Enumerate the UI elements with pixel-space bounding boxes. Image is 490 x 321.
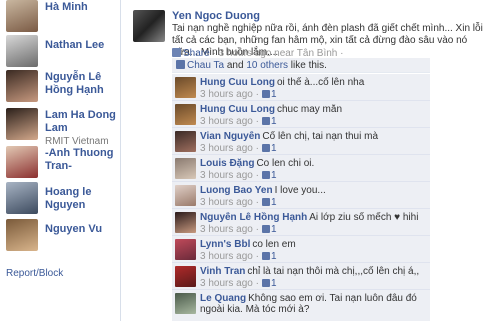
likes-suffix: like this. (288, 60, 327, 71)
liker-name[interactable]: Chau Ta (187, 60, 224, 71)
comment-author[interactable]: Luong Bao Yen (200, 185, 273, 196)
comments-list: Hung Cuu Long oi thế à...cố lên nha 3 hou… (172, 74, 430, 321)
comment-like-count[interactable]: 1 (271, 197, 277, 208)
friend-name[interactable]: -Anh Thuong Tran- (45, 147, 120, 173)
friend-name[interactable]: Nguyen Vu (45, 223, 120, 236)
avatar[interactable] (175, 158, 196, 179)
like-thumb-icon (261, 90, 270, 98)
like-thumb-icon (261, 171, 270, 179)
likes-summary: Chau Ta and 10 others like this. (172, 58, 430, 73)
likes-others-link[interactable]: 10 others (246, 60, 288, 71)
comment-time: 3 hours ago · (200, 116, 259, 127)
comment-text: co len em (252, 239, 296, 250)
like-thumb-icon (261, 252, 270, 260)
avatar[interactable] (175, 131, 196, 152)
comment-like-count[interactable]: 1 (271, 143, 277, 154)
comment-time: 3 hours ago · (200, 224, 259, 235)
avatar[interactable] (175, 104, 196, 125)
comment-item: Louis Đặng Co len chi oi. 3 hours ago · 1 (172, 155, 430, 182)
comment-time: 3 hours ago · (200, 170, 259, 181)
friend-item[interactable]: Lam Ha Dong Lam RMIT Vietnam (6, 108, 118, 147)
comment-item: Luong Bao Yen I love you... 3 hours ago ·… (172, 182, 430, 209)
friend-name[interactable]: Nguyễn Lê Hồng Hạnh (45, 71, 120, 97)
comment-text: chỉ là tai nạn thôi mà chị,,,cố lên chị … (247, 266, 420, 277)
friends-column: Hà Minh Nathan Lee Nguyễn Lê Hồng Hạnh L… (0, 0, 121, 321)
report-block-link[interactable]: Report/Block (6, 268, 63, 279)
avatar[interactable] (6, 70, 38, 102)
friend-name[interactable]: Nathan Lee (45, 39, 120, 52)
comment-author[interactable]: Vian Nguyễn (200, 131, 260, 142)
comment-author[interactable]: Louis Đặng (200, 158, 254, 169)
comment-author[interactable]: Vinh Tran (200, 266, 245, 277)
like-thumb-icon (176, 60, 185, 69)
avatar[interactable] (133, 10, 165, 42)
like-thumb-icon (261, 117, 270, 125)
avatar[interactable] (6, 146, 38, 178)
friend-item[interactable]: Hà Minh (6, 0, 118, 36)
comment-like-count[interactable]: 1 (271, 170, 277, 181)
comment-item: Vian Nguyễn Cố lên chị, tai nạn thui mà 3… (172, 128, 430, 155)
friend-item[interactable]: Nguyễn Lê Hồng Hạnh (6, 70, 118, 106)
share-icon (172, 48, 181, 57)
friend-item[interactable]: -Anh Thuong Tran- (6, 146, 118, 182)
comment-time: 3 hours ago · (200, 89, 259, 100)
comment-item: Nguyễn Lê Hồng Hạnh Ai lớp ziu số mếch ♥ … (172, 209, 430, 236)
comment-item: Vinh Tran chỉ là tai nạn thôi mà chị,,,cố… (172, 263, 430, 290)
avatar[interactable] (175, 77, 196, 98)
avatar[interactable] (175, 212, 196, 233)
comment-author[interactable]: Hung Cuu Long (200, 104, 275, 115)
like-thumb-icon (261, 279, 270, 287)
friend-item[interactable]: Nguyen Vu (6, 219, 118, 255)
comment-like-count[interactable]: 1 (271, 89, 277, 100)
comment-text: Ai lớp ziu số mếch ♥ hihi (309, 212, 419, 223)
comment-like-count[interactable]: 1 (271, 278, 277, 289)
comment-text: Co len chi oi. (256, 158, 315, 169)
comment-like-count[interactable]: 1 (271, 116, 277, 127)
likes-connector: and (224, 60, 247, 71)
comment-time: 3 hours ago · (200, 197, 259, 208)
comment-text: chuc may mắn (276, 104, 343, 115)
comment-item: Hung Cuu Long oi thế à...cố lên nha 3 hou… (172, 74, 430, 101)
like-thumb-icon (261, 198, 270, 206)
post-author[interactable]: Yen Ngoc Duong (172, 10, 260, 22)
friend-name[interactable]: Hoang le Nguyen (45, 186, 120, 212)
comment-like-count[interactable]: 1 (271, 251, 277, 262)
friend-item[interactable]: Nathan Lee (6, 35, 118, 71)
comment-author[interactable]: Le Quang (200, 293, 246, 304)
avatar[interactable] (6, 35, 38, 67)
comment-like-count[interactable]: 1 (271, 224, 277, 235)
avatar[interactable] (175, 185, 196, 206)
comment-item: Lynn's Bbl co len em 3 hours ago · 1 (172, 236, 430, 263)
comment-text: Cố lên chị, tai nạn thui mà (262, 131, 379, 142)
friend-name[interactable]: Lam Ha Dong Lam RMIT Vietnam (45, 109, 120, 148)
comment-time: 3 hours ago · (200, 143, 259, 154)
avatar[interactable] (6, 182, 38, 214)
avatar[interactable] (6, 108, 38, 140)
avatar[interactable] (175, 239, 196, 260)
comment-time: 3 hours ago · (200, 278, 259, 289)
avatar[interactable] (175, 293, 196, 314)
comment-item: Le Quang Không sao em ơi. Tai nạn luôn đâ… (172, 290, 430, 321)
comment-text: oi thế à...cố lên nha (276, 77, 365, 88)
like-thumb-icon (261, 225, 270, 233)
comment-author[interactable]: Nguyễn Lê Hồng Hạnh (200, 212, 307, 223)
avatar[interactable] (175, 266, 196, 287)
avatar[interactable] (6, 219, 38, 251)
comment-author[interactable]: Lynn's Bbl (200, 239, 250, 250)
avatar[interactable] (6, 0, 38, 32)
friend-name[interactable]: Hà Minh (45, 1, 120, 14)
comment-text: I love you... (274, 185, 326, 196)
like-thumb-icon (261, 144, 270, 152)
comment-author[interactable]: Hung Cuu Long (200, 77, 275, 88)
comment-time: 3 hours ago · (200, 251, 259, 262)
friend-item[interactable]: Hoang le Nguyen (6, 182, 118, 218)
comment-item: Hung Cuu Long chuc may mắn 3 hours ago · 1 (172, 101, 430, 128)
